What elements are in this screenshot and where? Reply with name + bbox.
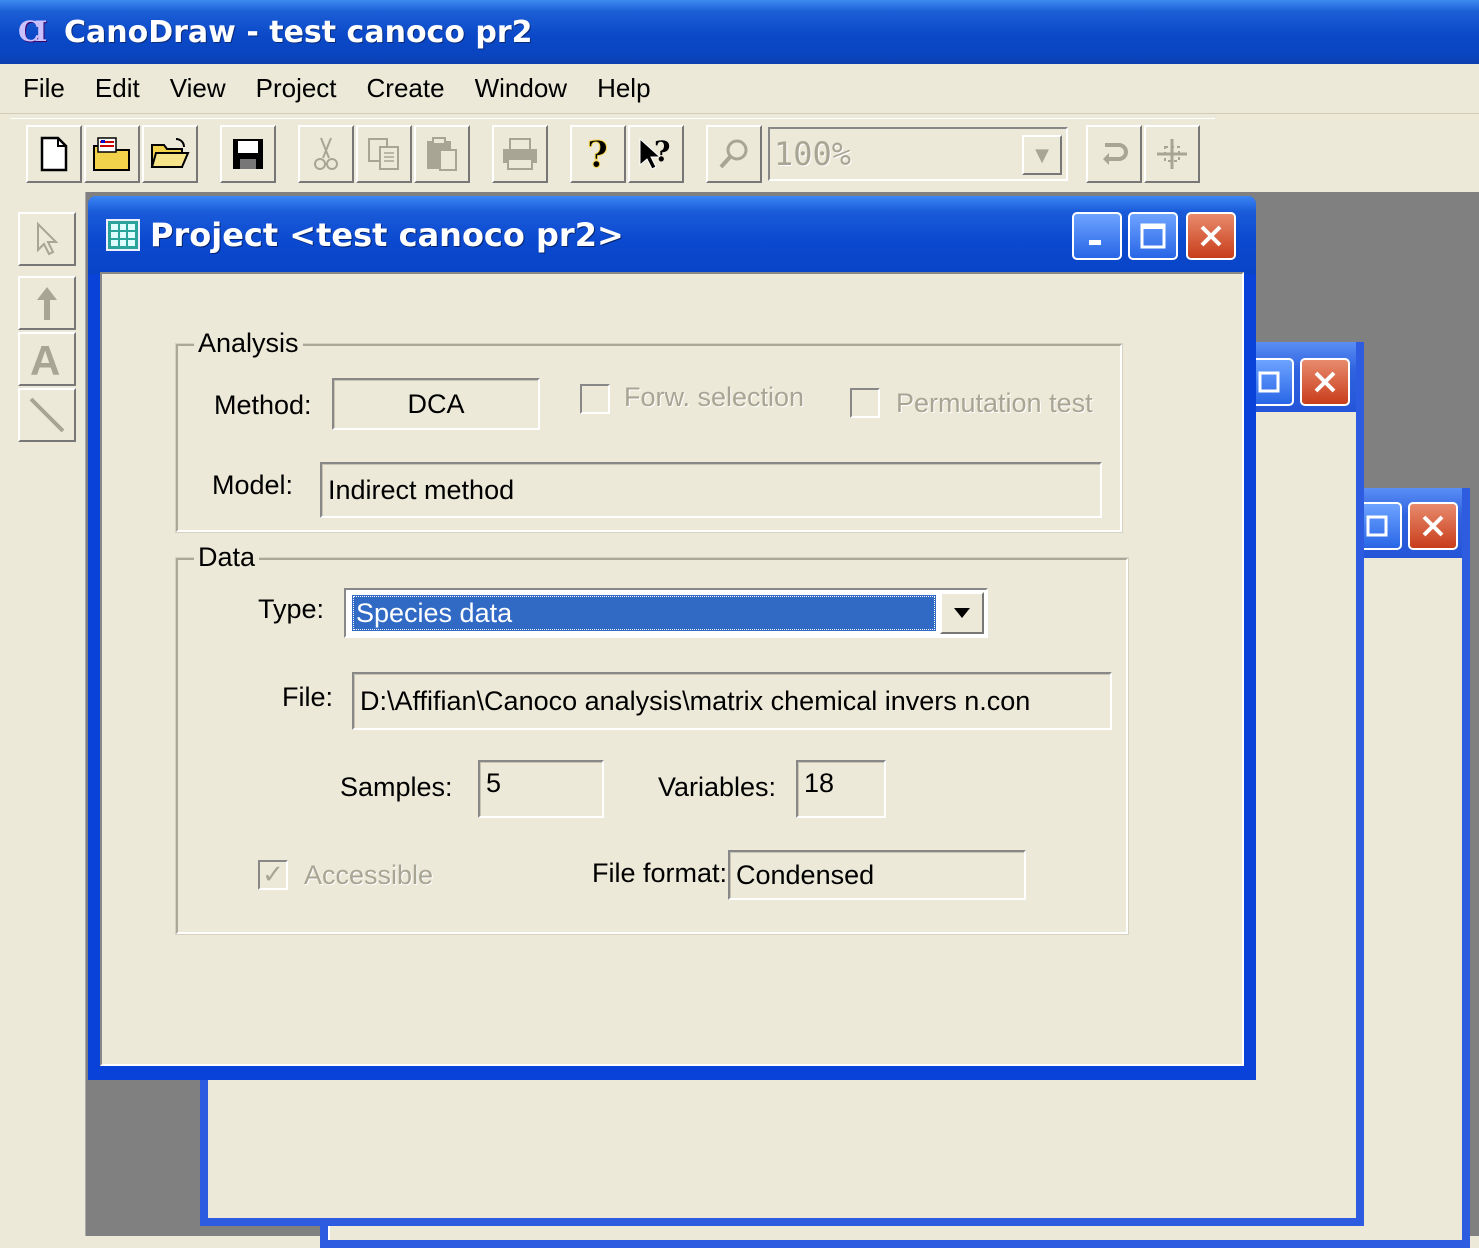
data-legend: Data [194, 542, 260, 573]
new-project-icon [93, 137, 130, 171]
new-file-button[interactable] [26, 125, 82, 183]
accessible-checkbox[interactable]: ✓ [258, 860, 288, 890]
menu-create[interactable]: Create [352, 69, 460, 108]
context-help-button[interactable]: ? [628, 125, 684, 183]
menu-view[interactable]: View [155, 69, 241, 108]
text-a-icon: A [30, 339, 60, 379]
minimize-button[interactable] [1072, 212, 1122, 260]
copy-icon [368, 138, 399, 170]
menu-help[interactable]: Help [582, 69, 665, 108]
project-window-body: Analysis Method: DCA Forw. selection Per… [100, 272, 1244, 1066]
forw-selection-checkbox[interactable] [580, 384, 610, 414]
help-button[interactable]: ? [570, 125, 626, 183]
close-icon[interactable] [1300, 358, 1350, 406]
text-tool-button[interactable]: A [18, 332, 76, 386]
analysis-legend: Analysis [194, 328, 303, 359]
paste-clipboard-icon [427, 137, 457, 171]
main-toolbar: ? ? 100% ▼ [10, 118, 1215, 190]
forw-selection-label: Forw. selection [624, 382, 805, 412]
print-button[interactable] [492, 125, 548, 183]
cut-button[interactable] [298, 125, 354, 183]
maximize-icon [1140, 223, 1166, 249]
pointer-help-icon: ? [639, 135, 670, 170]
method-field: DCA [332, 378, 540, 430]
chevron-down-icon [954, 608, 970, 618]
model-label: Model: [212, 470, 294, 500]
svg-text:?: ? [587, 135, 608, 173]
chevron-down-icon[interactable]: ▼ [1022, 135, 1062, 175]
menu-file[interactable]: File [8, 69, 80, 108]
file-path-field: D:\Affifian\Canoco analysis\matrix chemi… [352, 672, 1112, 730]
type-dropdown-button[interactable] [940, 592, 984, 634]
close-button[interactable] [1186, 212, 1236, 260]
project-table-icon [106, 219, 140, 251]
maximize-button[interactable] [1128, 212, 1178, 260]
permutation-test-label: Permutation test [896, 388, 1093, 418]
save-disk-icon [233, 139, 263, 169]
minimize-icon [1089, 240, 1101, 245]
open-folder-icon [150, 138, 190, 168]
accessible-label: Accessible [304, 860, 434, 890]
open-project-button[interactable] [142, 125, 198, 183]
close-icon [1200, 225, 1222, 247]
new-file-icon [40, 136, 68, 172]
printer-icon [503, 138, 537, 170]
select-tool-button[interactable] [18, 212, 76, 266]
cut-scissors-icon [314, 137, 338, 170]
magnifier-icon [719, 139, 748, 169]
svg-text:A: A [30, 339, 60, 379]
analysis-groupbox: Analysis Method: DCA Forw. selection Per… [175, 328, 1123, 533]
type-combobox[interactable]: Species data [344, 588, 988, 638]
drawing-toolbar: A [10, 192, 86, 1236]
new-project-button[interactable] [84, 125, 140, 183]
file-format-field: Condensed [728, 850, 1026, 900]
permutation-test-checkbox[interactable] [850, 388, 880, 418]
samples-label: Samples: [340, 772, 453, 802]
paste-button[interactable] [414, 125, 470, 183]
close-icon[interactable] [1408, 502, 1458, 550]
variables-label: Variables: [658, 772, 777, 802]
project-window: Project <test canoco pr2> Analysis Metho… [88, 196, 1256, 1080]
menu-window[interactable]: Window [460, 69, 582, 108]
menu-bar: File Edit View Project Create Window Hel… [0, 64, 1479, 114]
question-mark-icon: ? [587, 135, 609, 173]
redraw-button[interactable] [1086, 125, 1142, 183]
file-label: File: [282, 682, 334, 712]
up-arrow-icon [37, 287, 57, 320]
file-format-label: File format: [592, 858, 728, 888]
type-label: Type: [258, 594, 325, 624]
zoom-button[interactable] [706, 125, 762, 183]
app-title-bar: CI CanoDraw - test canoco pr2 [0, 0, 1479, 64]
arrow-cursor-icon [37, 221, 59, 256]
line-tool-button[interactable] [18, 388, 76, 442]
zoom-value: 100% [774, 135, 852, 173]
crosshair-icon [1157, 139, 1187, 169]
canodraw-app-icon: CI [18, 15, 47, 48]
type-selected-value: Species data [352, 595, 936, 631]
line-icon [29, 397, 65, 433]
data-groupbox: Data Type: Species data File: D:\Affifia… [175, 542, 1129, 935]
crosshair-button[interactable] [1144, 125, 1200, 183]
samples-field: 5 [478, 760, 604, 818]
menu-edit[interactable]: Edit [80, 69, 155, 108]
svg-text:?: ? [654, 135, 670, 168]
arrow-tool-button[interactable] [18, 276, 76, 330]
copy-button[interactable] [356, 125, 412, 183]
menu-project[interactable]: Project [241, 69, 352, 108]
model-field: Indirect method [320, 462, 1102, 518]
method-label: Method: [214, 390, 312, 420]
zoom-combobox[interactable]: 100% ▼ [768, 127, 1068, 181]
app-title: CanoDraw - test canoco pr2 [64, 14, 533, 50]
variables-field: 18 [796, 760, 886, 818]
redo-arrow-icon [1103, 143, 1128, 165]
project-window-title: Project <test canoco pr2> [150, 216, 624, 254]
save-button[interactable] [220, 125, 276, 183]
